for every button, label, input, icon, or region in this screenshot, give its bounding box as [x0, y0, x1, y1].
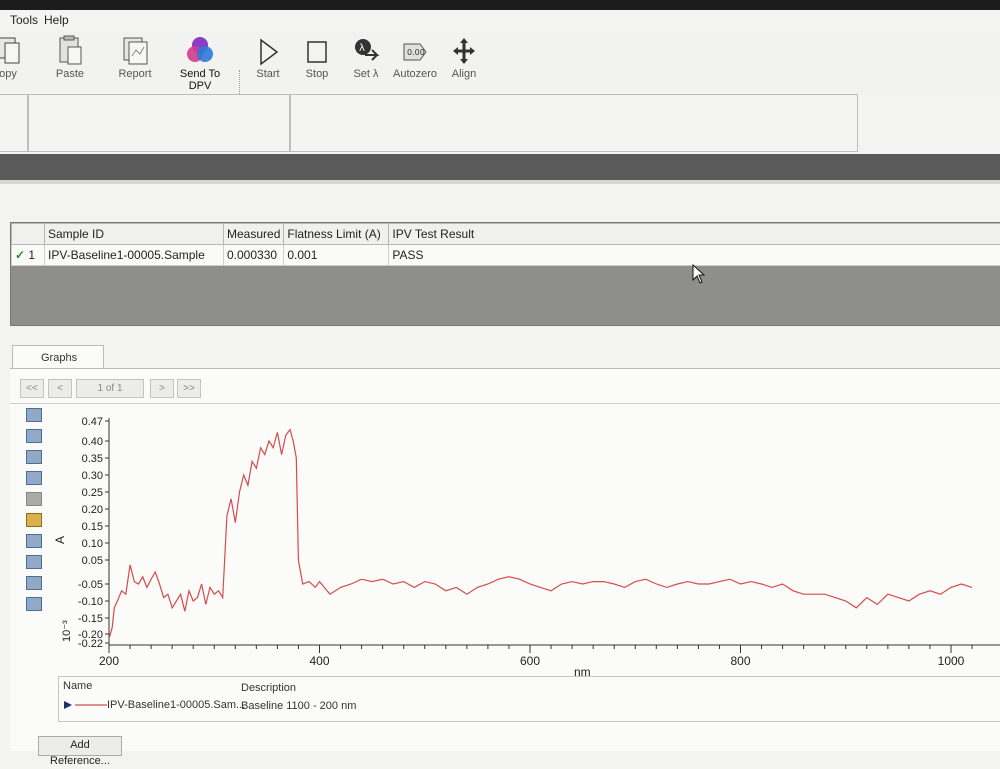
y-tick-label: -0.22 [78, 638, 103, 650]
x-tick-label: 1000 [938, 654, 965, 668]
legend-description-header: Description [241, 682, 296, 694]
y-axis-label: A [53, 536, 67, 544]
y-axis: 0.47 0.40 0.35 0.30 0.25 0.20 0.15 0.10 0.05 -0.0… [78, 416, 109, 650]
x-tick-label: 200 [99, 654, 119, 668]
legend-name[interactable]: IPV-Baseline1-00005.Sam... [107, 699, 245, 711]
y-tick-label: -0.10 [78, 596, 103, 608]
y-tick-label: 0.05 [82, 555, 103, 567]
add-reference-button[interactable]: Add Reference... [38, 736, 122, 756]
x-axis: 200 400 600 800 1000 [99, 645, 1000, 668]
y-tick-label: 0.40 [82, 436, 103, 448]
y-tick-label: 0.35 [82, 453, 103, 465]
legend-name-header: Name [63, 680, 92, 692]
y-tick-label: -0.05 [78, 579, 103, 591]
series-line [109, 430, 972, 639]
y-tick-label: 0.25 [82, 487, 103, 499]
x-tick-label: 600 [520, 654, 540, 668]
y-tick-label: -0.15 [78, 613, 103, 625]
spectrum-chart: 0.47 0.40 0.35 0.30 0.25 0.20 0.15 0.10 0.05 -0.0… [0, 0, 1000, 680]
y-scale-label: 10⁻³ [61, 620, 73, 642]
legend-line-icon [63, 699, 107, 711]
legend-panel: Name Description IPV-Baseline1-00005.Sam… [58, 676, 1000, 722]
x-tick-label: 400 [309, 654, 329, 668]
legend-description: Baseline 1100 - 200 nm [241, 700, 356, 712]
y-tick-label: 0.10 [82, 538, 103, 550]
y-tick-label: 0.20 [82, 504, 103, 516]
y-tick-label: 0.30 [82, 470, 103, 482]
x-tick-label: 800 [730, 654, 750, 668]
y-tick-label: 0.47 [82, 416, 103, 428]
y-tick-label: 0.15 [82, 521, 103, 533]
